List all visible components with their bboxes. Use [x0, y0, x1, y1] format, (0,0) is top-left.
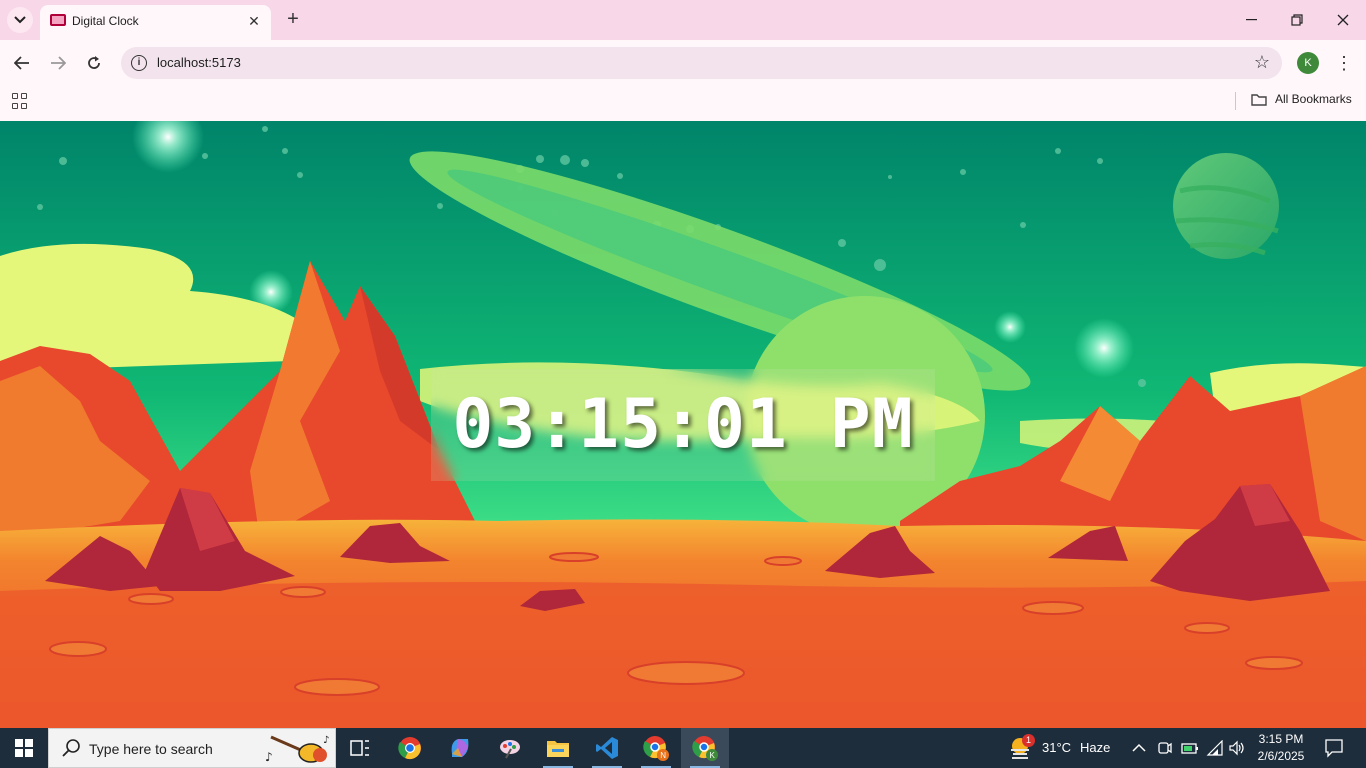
chevron-down-icon	[14, 16, 26, 24]
taskbar-chrome-profile-k[interactable]: K	[681, 728, 729, 768]
taskbar-chrome-profile-n[interactable]: N	[632, 728, 680, 768]
windows-logo-icon	[15, 739, 33, 757]
taskbar-paint[interactable]	[486, 728, 534, 768]
system-time: 3:15 PM	[1258, 732, 1304, 746]
taskbar-vscode[interactable]	[583, 728, 631, 768]
address-bar[interactable]: i localhost:5173 ☆	[121, 47, 1282, 79]
restore-button[interactable]	[1274, 0, 1320, 40]
taskbar-search[interactable]: Type here to search ♪ ♪	[48, 728, 336, 768]
minimize-icon	[1245, 19, 1257, 21]
speaker-icon	[1229, 740, 1244, 756]
taskbar-chrome[interactable]	[386, 728, 434, 768]
guitar-search-highlight-icon: ♪ ♪	[265, 735, 329, 764]
bookmarks-bar: All Bookmarks	[0, 86, 1366, 121]
folder-icon	[1251, 93, 1267, 106]
close-icon	[1337, 14, 1349, 26]
browser-tab[interactable]: Digital Clock ✕	[40, 5, 271, 40]
star-glow	[1074, 318, 1134, 378]
weather-temperature[interactable]: 31°C	[1042, 740, 1071, 755]
show-hidden-icons-button[interactable]	[1132, 740, 1146, 758]
site-info-icon[interactable]: i	[131, 55, 147, 71]
chrome-icon	[398, 737, 421, 760]
reload-icon	[88, 56, 100, 69]
page-viewport: 03:15:01 PM	[0, 121, 1366, 728]
bookmarks-divider	[1235, 92, 1236, 110]
paint-palette-icon	[500, 740, 520, 759]
svg-text:♪: ♪	[265, 750, 273, 764]
keyboard-favicon-icon	[50, 14, 66, 26]
start-button[interactable]	[0, 728, 48, 768]
digital-clock-time: 03:15:01 PM	[452, 385, 914, 464]
arrow-left-icon	[14, 56, 29, 70]
chrome-profile-icon: N	[643, 736, 669, 761]
notifications-button[interactable]	[1324, 738, 1344, 763]
windows-taskbar: Type here to search ♪ ♪ N K 1 31°C Haze …	[0, 728, 1366, 768]
meet-now-button[interactable]	[1157, 740, 1173, 761]
svg-text:K: K	[710, 751, 716, 760]
notification-icon	[1325, 739, 1343, 758]
clock-panel: 03:15:01 PM	[431, 369, 935, 481]
profile-avatar[interactable]: K	[1297, 52, 1319, 74]
reload-button[interactable]	[79, 48, 109, 78]
svg-text:N: N	[660, 751, 666, 760]
battery-status[interactable]	[1181, 740, 1199, 761]
chevron-up-icon	[1132, 743, 1146, 752]
menu-kebab-icon[interactable]: ⋮	[1334, 50, 1354, 76]
weather-description[interactable]: Haze	[1080, 740, 1110, 755]
star-glow	[994, 311, 1026, 343]
browser-toolbar: i localhost:5173 ☆ K ⋮	[0, 40, 1366, 86]
url-text[interactable]: localhost:5173	[157, 55, 241, 70]
close-window-button[interactable]	[1320, 0, 1366, 40]
minimize-button[interactable]	[1228, 0, 1274, 40]
tab-close-button[interactable]: ✕	[245, 12, 263, 30]
all-bookmarks-label: All Bookmarks	[1275, 92, 1352, 106]
search-icon	[62, 739, 80, 757]
vscode-icon	[596, 737, 618, 759]
volume-control[interactable]	[1228, 740, 1246, 761]
system-date: 2/6/2025	[1257, 749, 1305, 763]
battery-icon	[1181, 743, 1198, 754]
system-clock[interactable]: 3:15 PM 2/6/2025	[1252, 731, 1310, 765]
chrome-profile-icon: K	[692, 736, 718, 761]
apps-grid-icon[interactable]	[12, 93, 28, 109]
tab-strip: Digital Clock ✕ +	[0, 0, 1366, 40]
wifi-icon	[1206, 739, 1223, 756]
restore-icon	[1291, 14, 1303, 26]
weather-alert-badge: 1	[1022, 734, 1035, 747]
task-view-icon	[350, 740, 369, 756]
svg-text:♪: ♪	[323, 735, 329, 746]
folder-icon	[547, 741, 569, 757]
copilot-icon	[451, 739, 469, 757]
new-tab-button[interactable]: +	[281, 7, 305, 31]
taskbar-copilot[interactable]	[436, 728, 484, 768]
arrow-right-icon	[51, 56, 66, 70]
camera-icon	[1158, 742, 1172, 754]
all-bookmarks-button[interactable]: All Bookmarks	[1251, 92, 1352, 106]
task-view-button[interactable]	[336, 728, 384, 768]
weather-widget-icon[interactable]: 1	[1008, 734, 1035, 761]
back-button[interactable]	[7, 48, 37, 78]
search-placeholder: Type here to search	[89, 741, 213, 757]
bookmark-star-icon[interactable]: ☆	[1254, 52, 1270, 73]
forward-button[interactable]	[43, 48, 73, 78]
taskbar-file-explorer[interactable]	[534, 728, 582, 768]
network-status[interactable]	[1206, 739, 1224, 761]
tab-search-button[interactable]	[7, 7, 33, 33]
tab-title: Digital Clock	[72, 14, 139, 28]
